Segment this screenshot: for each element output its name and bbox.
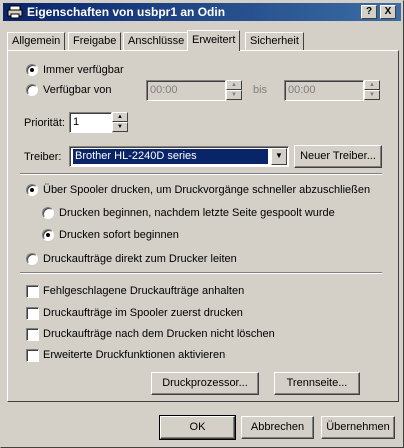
tab-sicherheit[interactable]: Sicherheit xyxy=(245,32,304,50)
apply-button[interactable]: Übernehmen xyxy=(321,416,395,439)
printer-icon xyxy=(7,5,23,19)
cancel-button[interactable]: Abbrechen xyxy=(241,416,314,439)
window-title: Eigenschaften von usbpr1 an Odin xyxy=(27,5,226,19)
tab-freigabe[interactable]: Freigabe xyxy=(68,32,122,50)
tab-anschluesse[interactable]: Anschlüsse xyxy=(123,32,190,50)
properties-dialog: Eigenschaften von usbpr1 an Odin ? X All… xyxy=(0,0,404,448)
tab-erweitert[interactable]: Erweitert xyxy=(187,30,241,51)
tab-panel-erweitert xyxy=(7,50,399,402)
help-button[interactable]: ? xyxy=(361,5,377,19)
ok-button[interactable]: OK xyxy=(159,415,236,440)
title-bar[interactable]: Eigenschaften von usbpr1 an Odin ? X xyxy=(3,3,401,21)
close-button[interactable]: X xyxy=(380,5,396,19)
tab-allgemein[interactable]: Allgemein xyxy=(7,32,66,50)
